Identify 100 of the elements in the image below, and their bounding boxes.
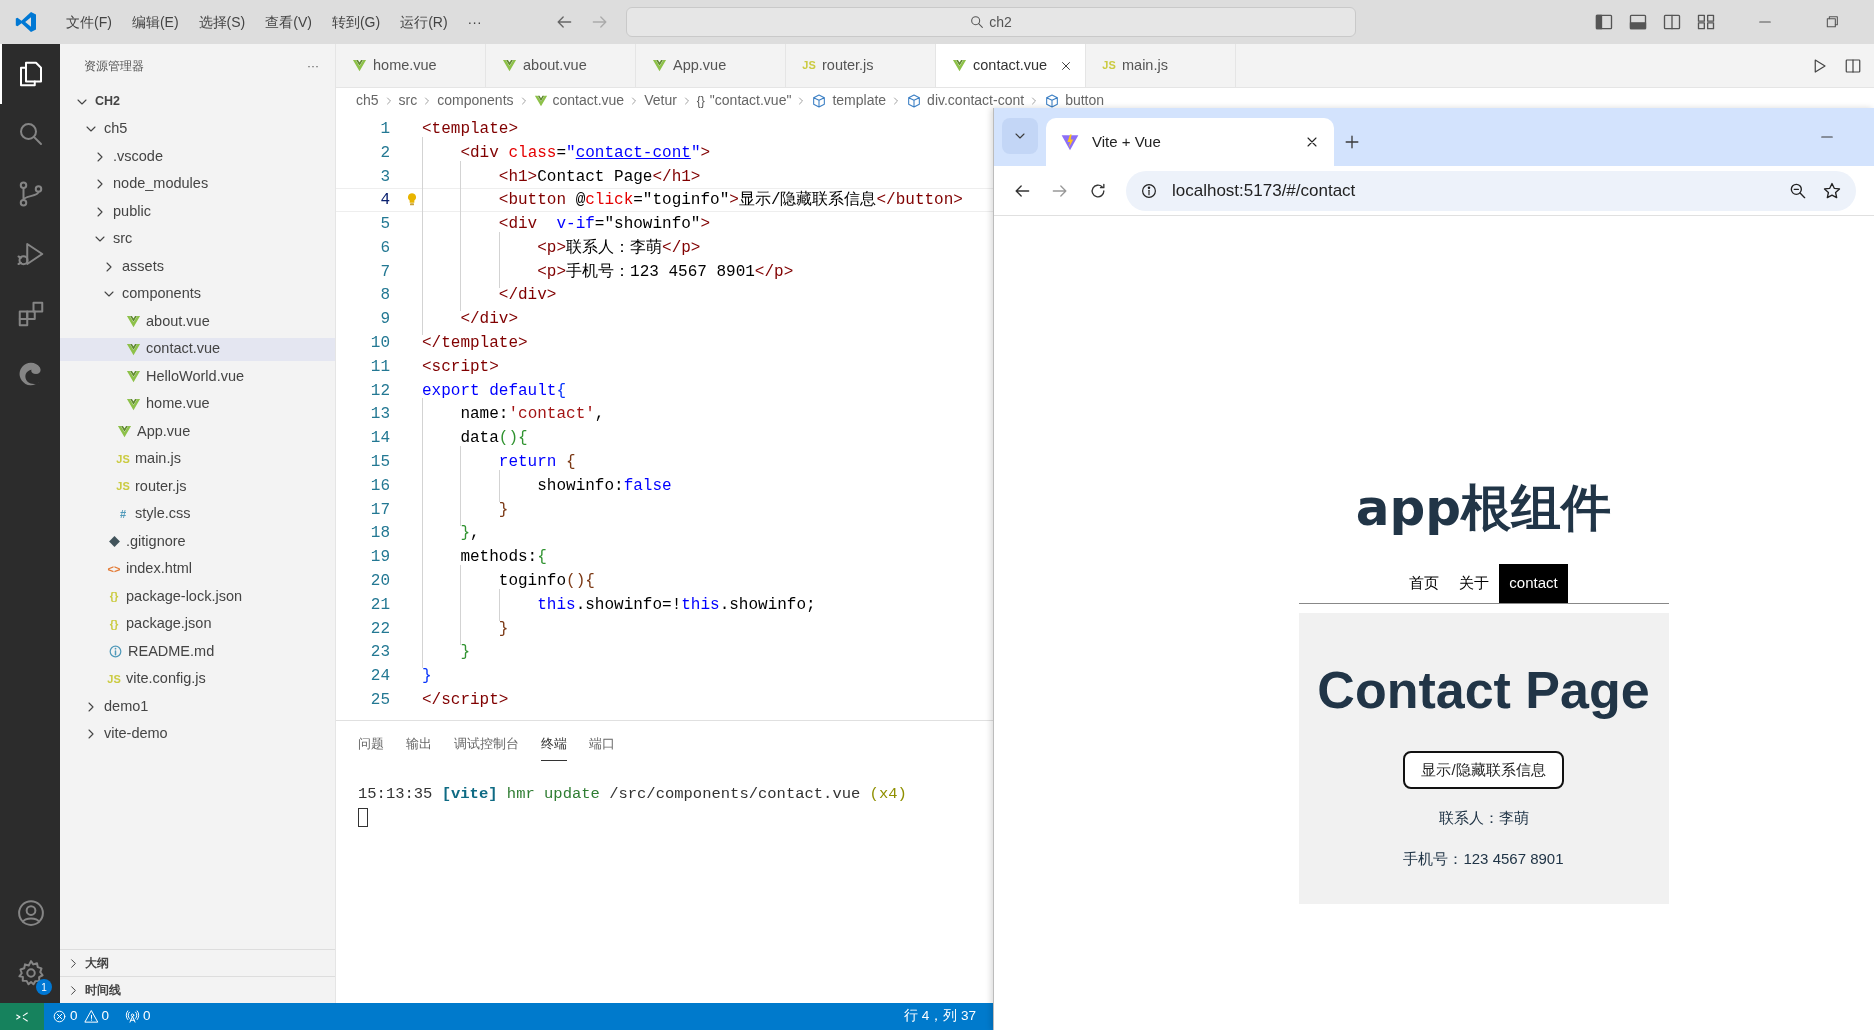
tree-item[interactable]: about.vue — [60, 310, 335, 333]
breadcrumb-item[interactable]: src — [398, 90, 418, 111]
vite-logo-icon — [1060, 132, 1080, 152]
breadcrumb-item[interactable]: components — [437, 90, 514, 111]
line-number: 23 — [369, 642, 390, 664]
tree-item[interactable]: {} package-lock.json — [60, 585, 335, 608]
tree-item[interactable]: public — [60, 200, 335, 223]
tree-item[interactable]: <> index.html — [60, 557, 335, 581]
menu-item[interactable]: 转到(G) — [321, 8, 391, 36]
tree-item[interactable]: components — [60, 282, 335, 306]
breadcrumb-item[interactable]: contact.vue — [533, 90, 625, 111]
nav-link[interactable]: 关于 — [1449, 564, 1500, 603]
vue-file-icon — [533, 93, 548, 108]
split-layout-icon[interactable] — [1662, 12, 1682, 32]
tree-item[interactable]: JS main.js — [60, 447, 335, 471]
page-heading: app根组件 — [1355, 478, 1612, 538]
tree-item[interactable]: App.vue — [60, 420, 335, 443]
breadcrumb-item[interactable]: {} "contact.vue" — [696, 90, 792, 111]
menu-item[interactable]: 查看(V) — [255, 8, 322, 36]
nav-link[interactable]: contact — [1499, 564, 1568, 603]
line-number: 12 — [369, 380, 390, 402]
breadcrumb-item[interactable]: ch5 — [356, 90, 379, 111]
tree-item[interactable]: HelloWorld.vue — [60, 365, 335, 388]
vue-file-icon — [126, 341, 141, 357]
notification-badge: 1 — [36, 979, 52, 995]
breadcrumb-item[interactable]: Vetur — [644, 90, 677, 111]
star-icon[interactable] — [1822, 180, 1842, 201]
menu-item[interactable]: 选择(S) — [188, 8, 256, 36]
nav-link[interactable]: 首页 — [1399, 564, 1450, 603]
js-file-icon: JS — [802, 57, 816, 74]
search-icon — [969, 14, 986, 30]
tree-item[interactable]: .gitignore — [60, 530, 335, 553]
tree-item[interactable]: JS vite.config.js — [60, 667, 335, 691]
editor-tab[interactable]: JS main.js — [1086, 44, 1236, 87]
line-number: 13 — [369, 404, 390, 426]
layout-grid-icon[interactable] — [1696, 12, 1716, 32]
braces-icon: {} — [107, 588, 121, 605]
breadcrumb-item[interactable]: div.contact-cont — [906, 90, 1025, 111]
line-number: 2 — [379, 142, 390, 164]
section-header[interactable]: 大纲 — [60, 949, 335, 976]
tree-item[interactable]: README.md — [60, 640, 335, 663]
tree-item[interactable]: contact.vue — [60, 337, 335, 361]
address-bar[interactable]: localhost:5173/#/contact — [1126, 170, 1856, 211]
code-line: </script> — [422, 690, 509, 712]
line-number: 21 — [369, 594, 390, 616]
panel-tab[interactable]: 调试控制台 — [454, 731, 519, 761]
editor-tab[interactable]: about.vue — [486, 44, 636, 87]
js-file-icon: JS — [116, 478, 130, 495]
tree-item[interactable]: {} package.json — [60, 612, 335, 636]
more-actions-button[interactable]: ··· — [307, 57, 319, 75]
panel-tab[interactable]: 端口 — [589, 731, 615, 761]
menu-item[interactable]: ··· — [457, 8, 492, 36]
breadcrumb-item[interactable]: template — [811, 90, 887, 111]
account-icon[interactable] — [16, 898, 46, 928]
breadcrumb-item[interactable]: button — [1044, 90, 1105, 111]
restore-icon[interactable] — [1824, 14, 1840, 30]
extensions-icon[interactable] — [16, 299, 46, 329]
split-editor-icon[interactable] — [1844, 56, 1862, 75]
tree-item[interactable]: JS router.js — [60, 475, 335, 498]
tree-item[interactable]: node_modules — [60, 172, 335, 196]
tree-item[interactable]: vite-demo — [60, 722, 335, 746]
tree-item[interactable]: CH2 — [60, 90, 335, 113]
panel-toggle-icon[interactable] — [1628, 12, 1648, 32]
tree-item[interactable]: ch5 — [60, 117, 335, 141]
line-number: 11 — [369, 356, 390, 378]
line-number: 5 — [379, 214, 390, 236]
sidebar-toggle-icon[interactable] — [1594, 12, 1614, 32]
panel-tab[interactable]: 问题 — [358, 731, 384, 761]
tree-item[interactable]: # style.css — [60, 502, 335, 526]
line-number: 8 — [379, 285, 390, 307]
editor-tab[interactable]: contact.vue — [936, 44, 1086, 87]
panel-tab[interactable]: 终端 — [541, 731, 567, 761]
diamond-icon — [108, 535, 121, 548]
menu-item[interactable]: 运行(R) — [390, 8, 458, 36]
problems-status[interactable]: 0 0 — [44, 1006, 118, 1027]
search-field[interactable]: ch2 — [625, 7, 1356, 37]
menu-item[interactable]: 编辑(E) — [121, 8, 189, 36]
tree-item[interactable]: src — [60, 227, 335, 251]
js-file-icon: JS — [116, 450, 130, 468]
hash-icon: # — [116, 505, 130, 523]
info-icon — [108, 644, 123, 659]
line-number: 10 — [369, 333, 390, 355]
editor-tab[interactable]: App.vue — [636, 44, 786, 87]
browser-tab[interactable]: Vite + Vue — [1046, 118, 1334, 166]
menu-item[interactable]: 文件(F) — [56, 8, 122, 36]
info-icon[interactable] — [1140, 181, 1158, 200]
tree-item[interactable]: demo1 — [60, 695, 335, 718]
tree-item[interactable]: .vscode — [60, 145, 335, 168]
panel-tab[interactable]: 输出 — [406, 731, 432, 761]
code-line: <template> — [422, 118, 518, 140]
line-number: 6 — [379, 237, 390, 259]
cursor-position[interactable]: 行 4，列 37 — [895, 1006, 984, 1027]
editor-tab[interactable]: home.vue — [336, 44, 486, 87]
js-file-icon: JS — [1102, 57, 1116, 74]
contact-text: 手机号：123 4567 8901 — [1403, 848, 1564, 869]
ports-status[interactable]: 0 — [117, 1006, 159, 1027]
tree-item[interactable]: home.vue — [60, 392, 335, 416]
code-brackets-icon: <> — [107, 560, 121, 578]
toggle-info-button[interactable]: 显示/隐藏联系信息 — [1403, 750, 1564, 790]
tree-item[interactable]: assets — [60, 255, 335, 278]
